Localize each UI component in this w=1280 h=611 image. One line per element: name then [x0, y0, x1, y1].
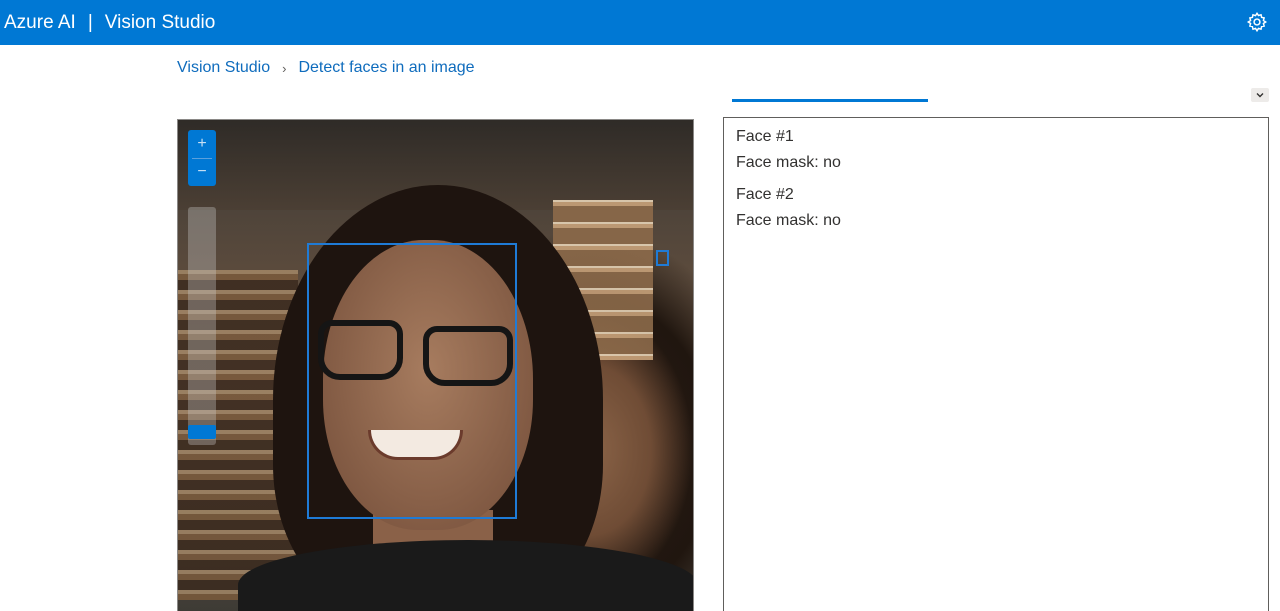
gear-icon[interactable] — [1246, 11, 1268, 33]
app-brand: Azure AI | Vision Studio — [0, 12, 215, 34]
face-box-1[interactable] — [307, 243, 517, 519]
breadcrumb: Vision Studio › Detect faces in an image — [177, 59, 475, 77]
face-result-2[interactable]: Face #2 Face mask: no — [736, 182, 1256, 234]
top-app-bar: Azure AI | Vision Studio — [0, 0, 1280, 45]
product-name: Azure AI — [4, 11, 76, 33]
face-title: Face #1 — [736, 128, 794, 145]
zoom-slider-thumb[interactable] — [188, 425, 216, 439]
zoom-slider-track[interactable] — [188, 207, 216, 445]
app-name[interactable]: Vision Studio — [105, 12, 216, 34]
detection-results-panel: Face #1 Face mask: no Face #2 Face mask:… — [723, 117, 1269, 611]
breadcrumb-current-page[interactable]: Detect faces in an image — [298, 59, 474, 77]
face-mask-status: Face mask: no — [736, 212, 841, 229]
face-box-2[interactable] — [656, 250, 669, 266]
brand-separator: | — [87, 11, 93, 33]
face-mask-status: Face mask: no — [736, 154, 841, 171]
zoom-out-button[interactable]: − — [188, 159, 216, 187]
active-tab-indicator[interactable] — [732, 99, 928, 102]
face-title: Face #2 — [736, 186, 794, 203]
chevron-down-icon — [1256, 93, 1264, 98]
zoom-in-button[interactable]: + — [188, 130, 216, 158]
image-viewer[interactable]: + − — [177, 119, 694, 611]
chevron-right-icon: › — [282, 60, 287, 76]
zoom-controls: + − — [188, 130, 216, 186]
breadcrumb-vision-studio-link[interactable]: Vision Studio — [177, 59, 270, 77]
collapse-button[interactable] — [1251, 88, 1269, 102]
face-result-1[interactable]: Face #1 Face mask: no — [736, 124, 1256, 176]
